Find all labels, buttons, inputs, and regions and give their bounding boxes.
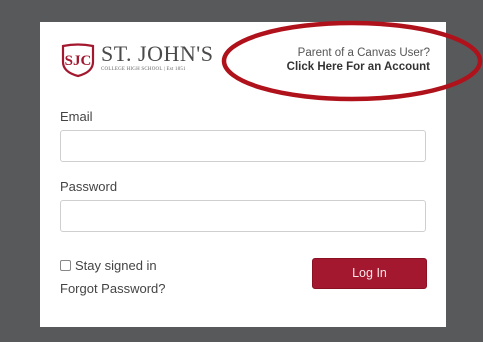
email-field[interactable]: [60, 130, 426, 162]
forgot-password-link[interactable]: Forgot Password?: [60, 281, 166, 296]
parent-prompt: Parent of a Canvas User?: [297, 47, 430, 59]
email-label: Email: [60, 109, 93, 124]
svg-text:SJC: SJC: [65, 53, 92, 69]
parent-account-link[interactable]: Parent of a Canvas User? Click Here For …: [287, 46, 430, 74]
password-label: Password: [60, 179, 118, 194]
login-button[interactable]: Log In: [312, 258, 427, 289]
password-field[interactable]: [60, 200, 426, 232]
login-card: SJC ST. JOHN'S COLLEGE HIGH SCHOOL | Est…: [40, 22, 446, 327]
sjc-crest-icon: SJC: [60, 42, 96, 78]
create-parent-account-link[interactable]: Click Here For an Account: [287, 60, 430, 74]
school-logo: SJC ST. JOHN'S COLLEGE HIGH SCHOOL | Est…: [60, 42, 213, 78]
stay-signed-in-checkbox[interactable]: [60, 260, 71, 271]
stay-signed-in-row[interactable]: Stay signed in: [60, 258, 157, 273]
stay-signed-in-label: Stay signed in: [75, 258, 157, 273]
school-tagline: COLLEGE HIGH SCHOOL | Est 1851: [101, 67, 186, 72]
school-name: ST. JOHN'S: [101, 41, 214, 66]
